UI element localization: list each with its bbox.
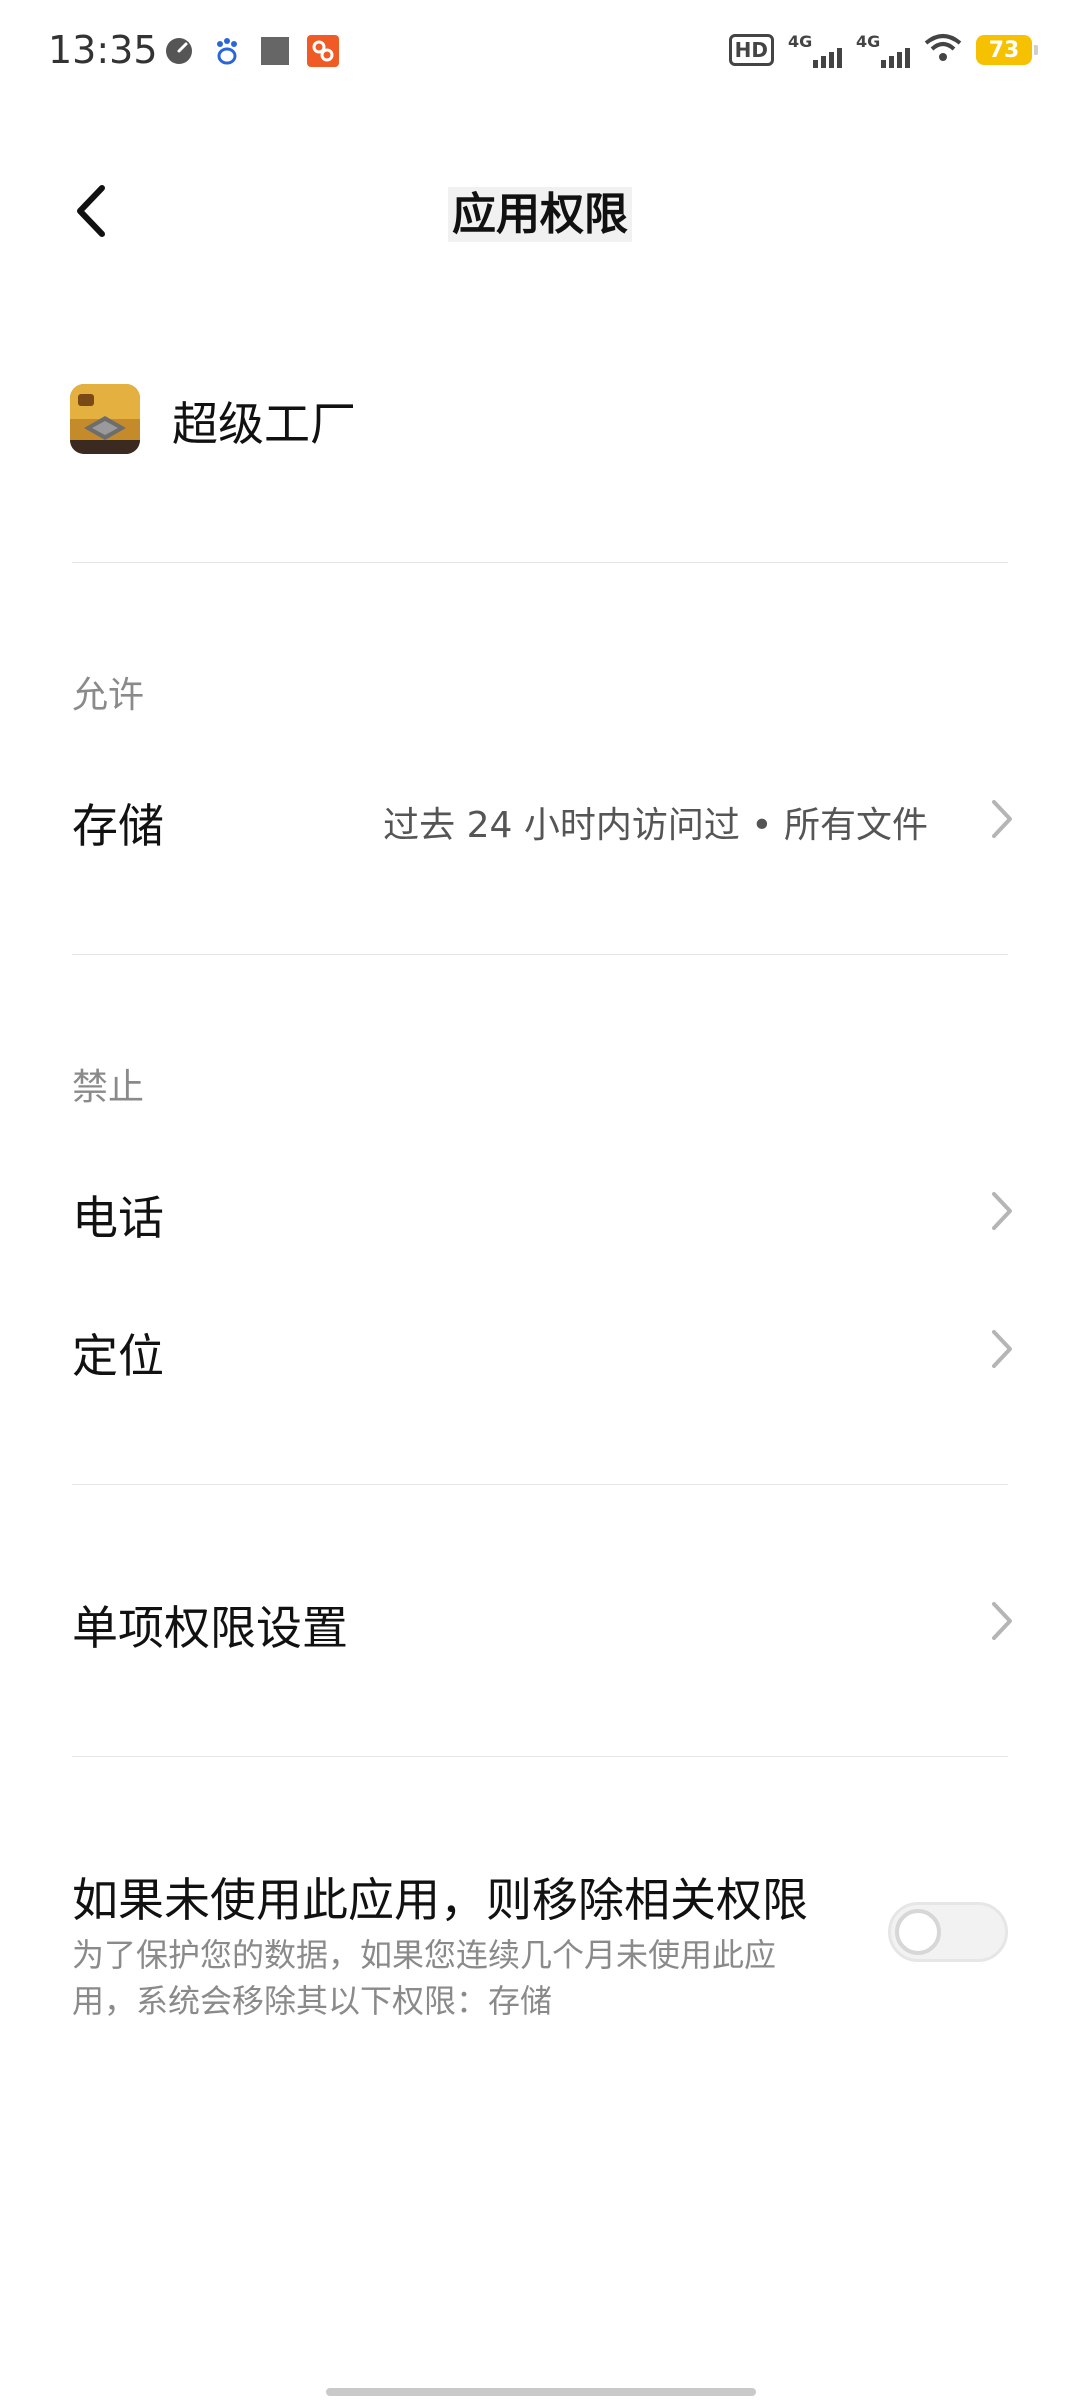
section-denied-label: 禁止 bbox=[72, 1067, 145, 1108]
divider bbox=[72, 1756, 1008, 1757]
single-permission-label: 单项权限设置 bbox=[72, 1601, 348, 1655]
status-time: 13:35 bbox=[48, 28, 158, 72]
toggle-knob bbox=[895, 1909, 941, 1955]
signal-sim1-icon: 4G bbox=[788, 32, 842, 68]
auto-remove-toggle[interactable] bbox=[888, 1902, 1008, 1962]
permission-value: 过去 24 小时内访问过 • 所有文件 bbox=[383, 805, 928, 846]
sim1-network-type: 4G bbox=[788, 32, 813, 51]
square-icon bbox=[258, 34, 292, 68]
permission-label: 定位 bbox=[72, 1329, 164, 1383]
chevron-right-icon bbox=[992, 800, 1012, 838]
chevron-right-icon bbox=[992, 1602, 1012, 1640]
permission-label: 存储 bbox=[72, 799, 164, 853]
page-title-text: 应用权限 bbox=[448, 187, 632, 242]
section-allowed-label: 允许 bbox=[72, 675, 145, 716]
permission-label: 电话 bbox=[72, 1191, 164, 1245]
wifi-icon bbox=[924, 33, 962, 67]
auto-remove-description: 为了保护您的数据，如果您连续几个月未使用此应用，系统会移除其以下权限：存储 bbox=[72, 1936, 777, 2020]
divider bbox=[72, 1484, 1008, 1485]
status-bar: 13:35 HD 4G 4G 73 bbox=[0, 0, 1080, 104]
status-right: HD 4G 4G 73 bbox=[728, 32, 1038, 68]
app-badge-icon bbox=[306, 34, 340, 68]
page-title: 应用权限 bbox=[0, 178, 1080, 242]
app-name: 超级工厂 bbox=[172, 397, 356, 451]
paw-icon bbox=[210, 34, 244, 68]
battery-indicator: 73 bbox=[976, 35, 1038, 65]
auto-remove-title: 如果未使用此应用，则移除相关权限 bbox=[72, 1873, 808, 1927]
home-indicator[interactable] bbox=[326, 2388, 756, 2396]
signal-sim2-icon: 4G bbox=[856, 32, 910, 68]
divider bbox=[72, 954, 1008, 955]
app-icon bbox=[70, 384, 140, 454]
notification-icons bbox=[162, 34, 340, 68]
chevron-right-icon bbox=[992, 1192, 1012, 1230]
hd-indicator: HD bbox=[728, 34, 774, 66]
divider bbox=[72, 562, 1008, 563]
chevron-right-icon bbox=[992, 1330, 1012, 1368]
sim2-network-type: 4G bbox=[856, 32, 881, 51]
speed-icon bbox=[162, 34, 196, 68]
